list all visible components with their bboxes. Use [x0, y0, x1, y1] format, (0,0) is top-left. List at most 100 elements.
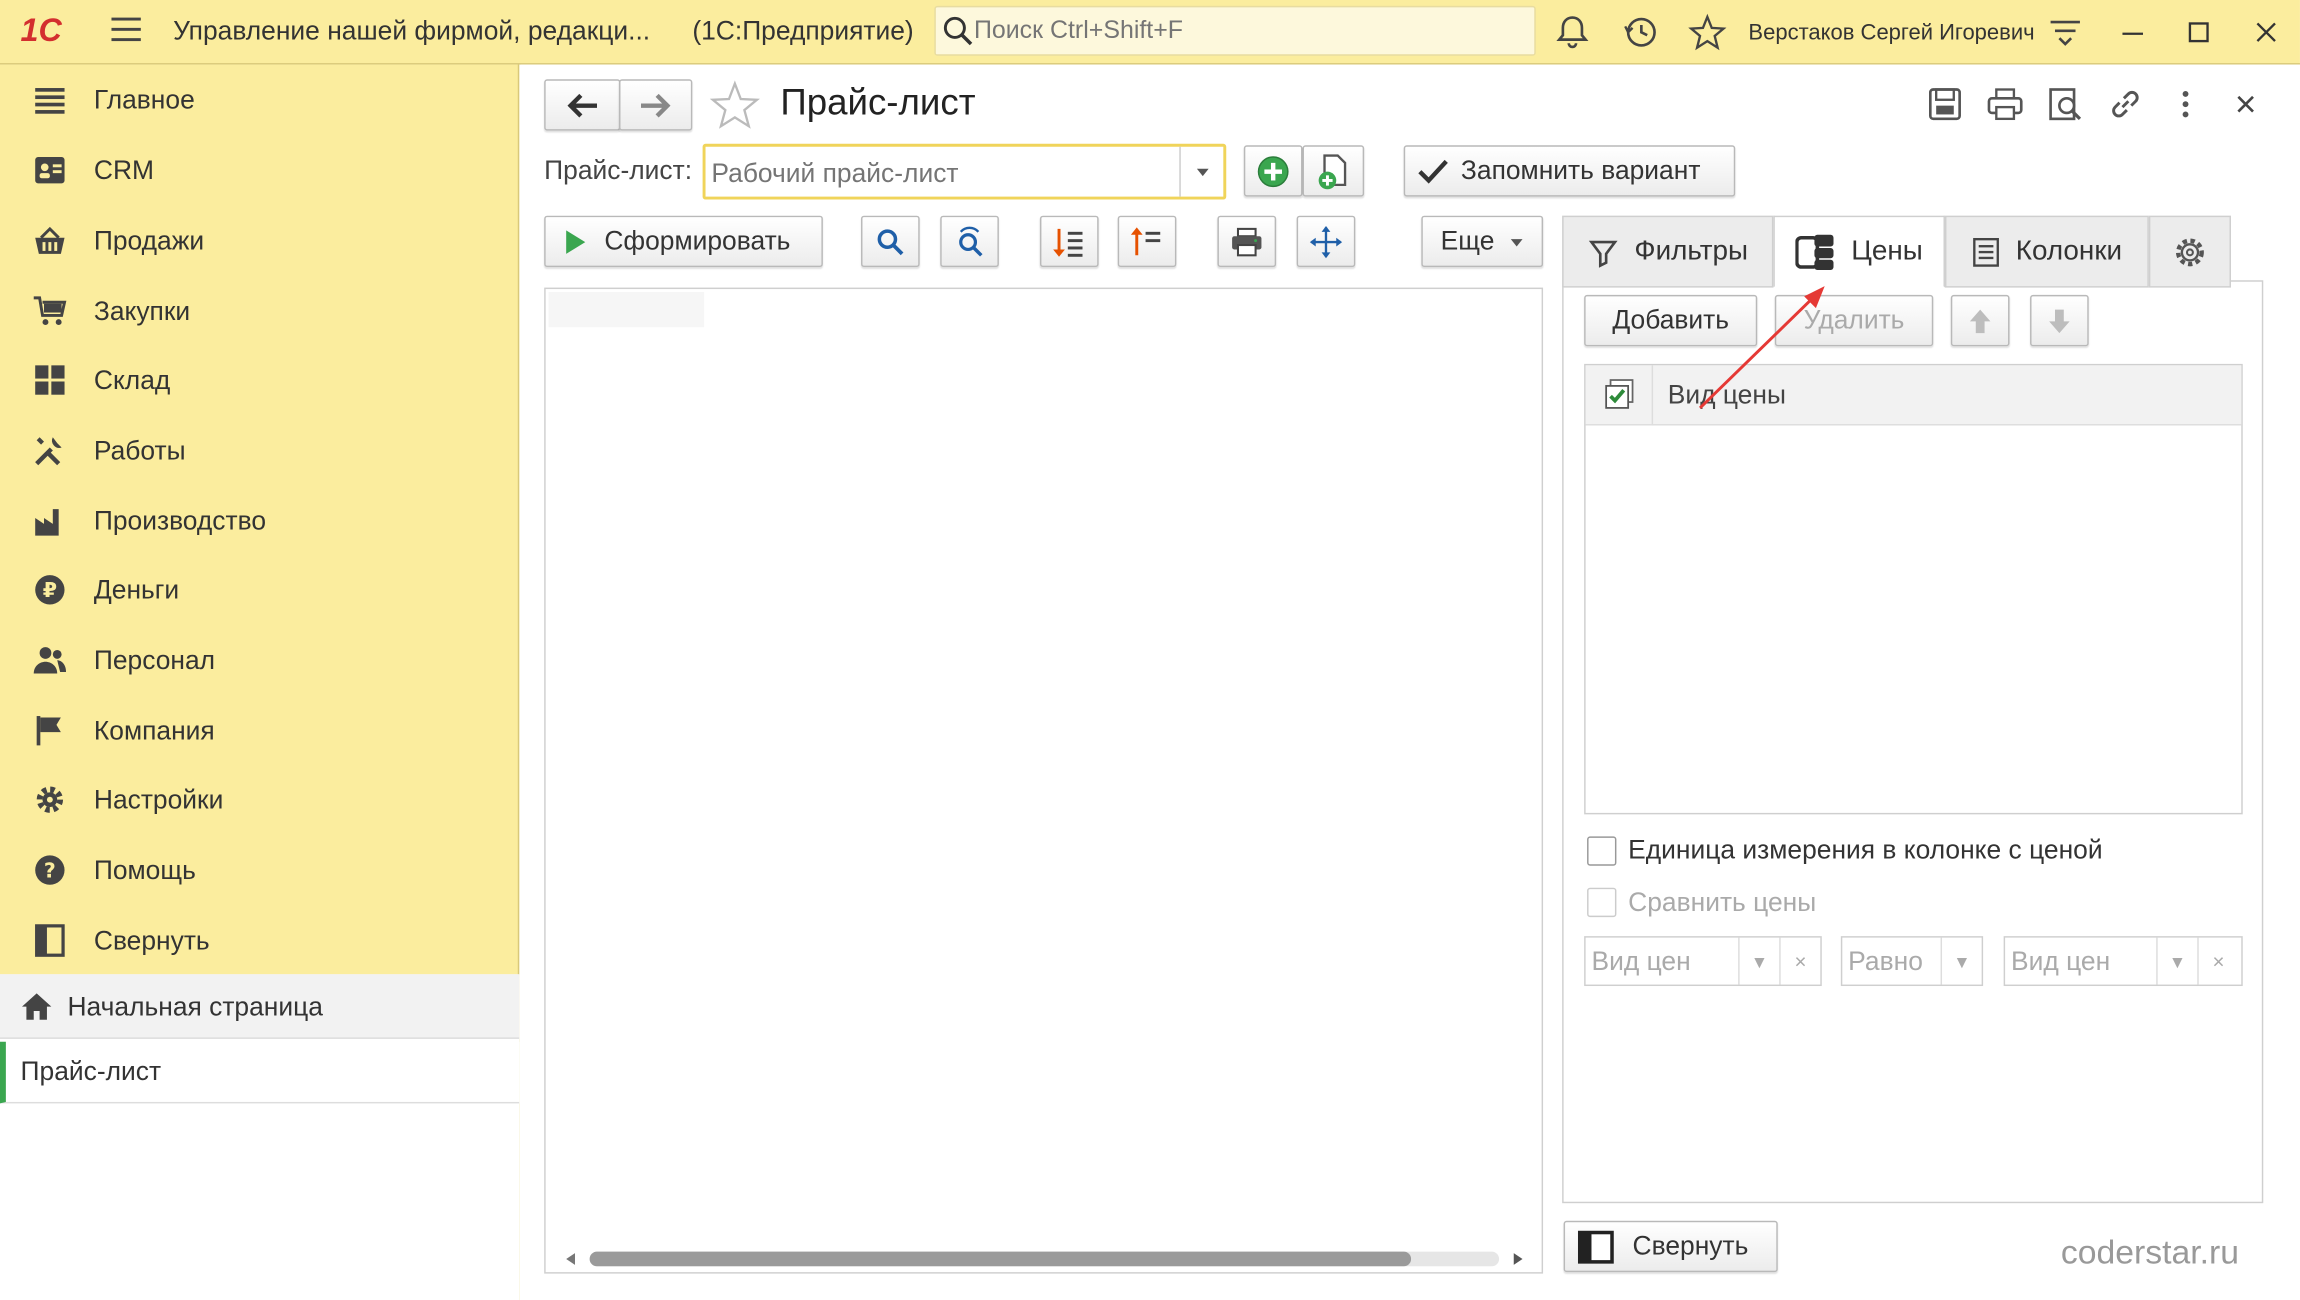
condition-text: Равно — [1848, 946, 1923, 976]
forward-button[interactable] — [618, 79, 693, 131]
sidebar-item-production[interactable]: Производство — [0, 489, 519, 554]
price-kinds-table[interactable]: Вид цены — [1584, 363, 2243, 815]
save-icon[interactable] — [1926, 85, 1964, 123]
compare-price-kind-1[interactable]: Вид цен ▾ × — [1584, 936, 1822, 987]
save-variant-button[interactable]: Запомнить вариант — [1403, 145, 1736, 197]
create-price-list-button[interactable] — [1243, 145, 1303, 197]
print-report-button[interactable] — [1217, 215, 1277, 268]
price-kind-1-text: Вид цен — [1591, 946, 1691, 976]
more-vertical-icon[interactable] — [2166, 85, 2204, 123]
collapse-settings-button[interactable]: Свернуть — [1563, 1220, 1778, 1273]
add-price-kind-button[interactable]: Добавить — [1584, 294, 1758, 347]
chevron-down-icon[interactable]: ▾ — [1738, 937, 1779, 985]
close-form-icon[interactable] — [2227, 85, 2265, 123]
user-name[interactable]: Верстаков Сергей Игоревич — [1748, 21, 2034, 46]
sidebar-item-label: Продажи — [93, 225, 205, 256]
find-next-button[interactable] — [940, 215, 999, 268]
back-button[interactable] — [544, 79, 621, 131]
expand-groups-button[interactable] — [1039, 215, 1099, 268]
clear-icon[interactable]: × — [1779, 937, 1820, 985]
chevron-down-icon — [1196, 168, 1209, 177]
watermark: coderstar.ru — [2060, 1232, 2240, 1271]
price-list-form: Прайс-лист Прайс-лист: Запомнить вариант… — [520, 64, 2300, 1300]
price-list-field[interactable] — [702, 143, 1227, 200]
arrow-left-icon — [567, 93, 597, 117]
collapse-groups-button[interactable] — [1117, 215, 1177, 268]
sidebar-item-works[interactable]: Работы — [0, 418, 519, 483]
tab-advanced-settings[interactable] — [2148, 215, 2232, 288]
maximize-icon[interactable] — [2180, 13, 2218, 51]
sidebar-item-personnel[interactable]: Персонал — [0, 628, 519, 693]
title-bar: 1С Управление нашей фирмой, редакци... (… — [0, 0, 2300, 65]
play-icon — [566, 229, 586, 254]
tab-columns[interactable]: Колонки — [1944, 215, 2149, 288]
app-window: 1С Управление нашей фирмой, редакци... (… — [0, 0, 2300, 1300]
select-all-column[interactable] — [1586, 365, 1654, 426]
find-button[interactable] — [861, 215, 920, 268]
copy-price-list-button[interactable] — [1302, 145, 1365, 197]
sidebar-item-help[interactable]: ? Помощь — [0, 838, 519, 903]
generate-button[interactable]: Сформировать — [544, 215, 823, 268]
compare-prices-checkbox[interactable] — [1587, 887, 1617, 918]
clear-icon[interactable]: × — [2197, 937, 2238, 985]
app-subtitle: (1С:Предприятие) — [692, 16, 914, 46]
sidebar-item-label: Свернуть — [93, 925, 210, 956]
gear-icon — [36, 786, 64, 813]
move-down-button[interactable] — [2030, 294, 2089, 347]
move-up-button[interactable] — [1950, 294, 2010, 347]
columns-icon — [1973, 237, 2000, 267]
open-page-price-list[interactable]: Прайс-лист — [0, 1041, 520, 1104]
close-window-icon[interactable] — [2247, 13, 2285, 51]
fit-page-button[interactable] — [1296, 215, 1356, 268]
bell-icon[interactable] — [1553, 13, 1591, 51]
favorites-star-icon[interactable] — [1688, 13, 1727, 51]
scrollbar-thumb[interactable] — [589, 1251, 1412, 1267]
print-icon — [1232, 227, 1262, 256]
main-menu-icon[interactable] — [111, 17, 141, 44]
print-preview-icon[interactable] — [2046, 85, 2084, 123]
tab-prices[interactable]: Цены — [1773, 215, 1945, 288]
tab-filters[interactable]: Фильтры — [1562, 215, 1774, 288]
unit-in-price-column-checkbox[interactable] — [1587, 836, 1617, 866]
sidebar-item-sales[interactable]: Продажи — [0, 208, 519, 273]
price-kind-2-text: Вид цен — [2010, 946, 2111, 976]
minimize-icon[interactable] — [2114, 13, 2152, 51]
sidebar-item-warehouse[interactable]: Склад — [0, 348, 519, 413]
sidebar-item-label: CRM — [93, 155, 155, 185]
price-list-input[interactable] — [711, 155, 1167, 191]
arrow-right-icon — [640, 93, 671, 117]
sidebar-item-company[interactable]: Компания — [0, 698, 519, 763]
compare-condition[interactable]: Равно ▾ — [1840, 936, 1984, 987]
scroll-right-icon[interactable] — [1511, 1250, 1526, 1268]
search-input[interactable] — [973, 13, 1517, 49]
favorite-star-icon[interactable] — [708, 79, 761, 132]
sidebar-item-settings[interactable]: Настройки — [0, 767, 519, 832]
sidebar-item-purchases[interactable]: Закупки — [0, 279, 519, 344]
link-icon[interactable] — [2106, 85, 2144, 123]
more-button[interactable]: Еще — [1421, 215, 1544, 268]
sidebar-item-money[interactable]: ₽ Деньги — [0, 558, 519, 623]
delete-price-kind-button[interactable]: Удалить — [1774, 294, 1934, 347]
scroll-left-icon[interactable] — [563, 1250, 578, 1268]
history-icon[interactable] — [1622, 13, 1660, 51]
settings-menu-icon[interactable] — [2046, 13, 2084, 51]
global-search[interactable] — [934, 5, 1536, 56]
collapse-settings-label: Свернуть — [1632, 1231, 1749, 1261]
home-page-tab[interactable]: Начальная страница — [0, 974, 520, 1039]
horizontal-scrollbar[interactable] — [589, 1251, 1500, 1267]
compare-price-kind-2[interactable]: Вид цен ▾ × — [2003, 936, 2243, 987]
sidebar-item-collapse[interactable]: Свернуть — [0, 908, 519, 973]
chevron-down-icon[interactable]: ▾ — [2156, 937, 2197, 985]
chevron-down-icon[interactable]: ▾ — [1940, 937, 1982, 985]
price-list-dropdown[interactable] — [1179, 146, 1223, 197]
ruble-icon: ₽ — [35, 575, 65, 605]
report-spreadsheet[interactable] — [544, 287, 1544, 1274]
warehouse-icon — [35, 365, 65, 395]
sidebar-item-main[interactable]: Главное — [0, 67, 519, 132]
print-icon[interactable] — [1986, 85, 2024, 123]
sidebar-item-crm[interactable]: CRM — [0, 138, 519, 203]
check-all-icon — [1605, 379, 1634, 409]
move-arrows-icon — [1309, 225, 1343, 258]
copy-document-icon — [1318, 153, 1347, 189]
tools-icon — [35, 437, 62, 466]
